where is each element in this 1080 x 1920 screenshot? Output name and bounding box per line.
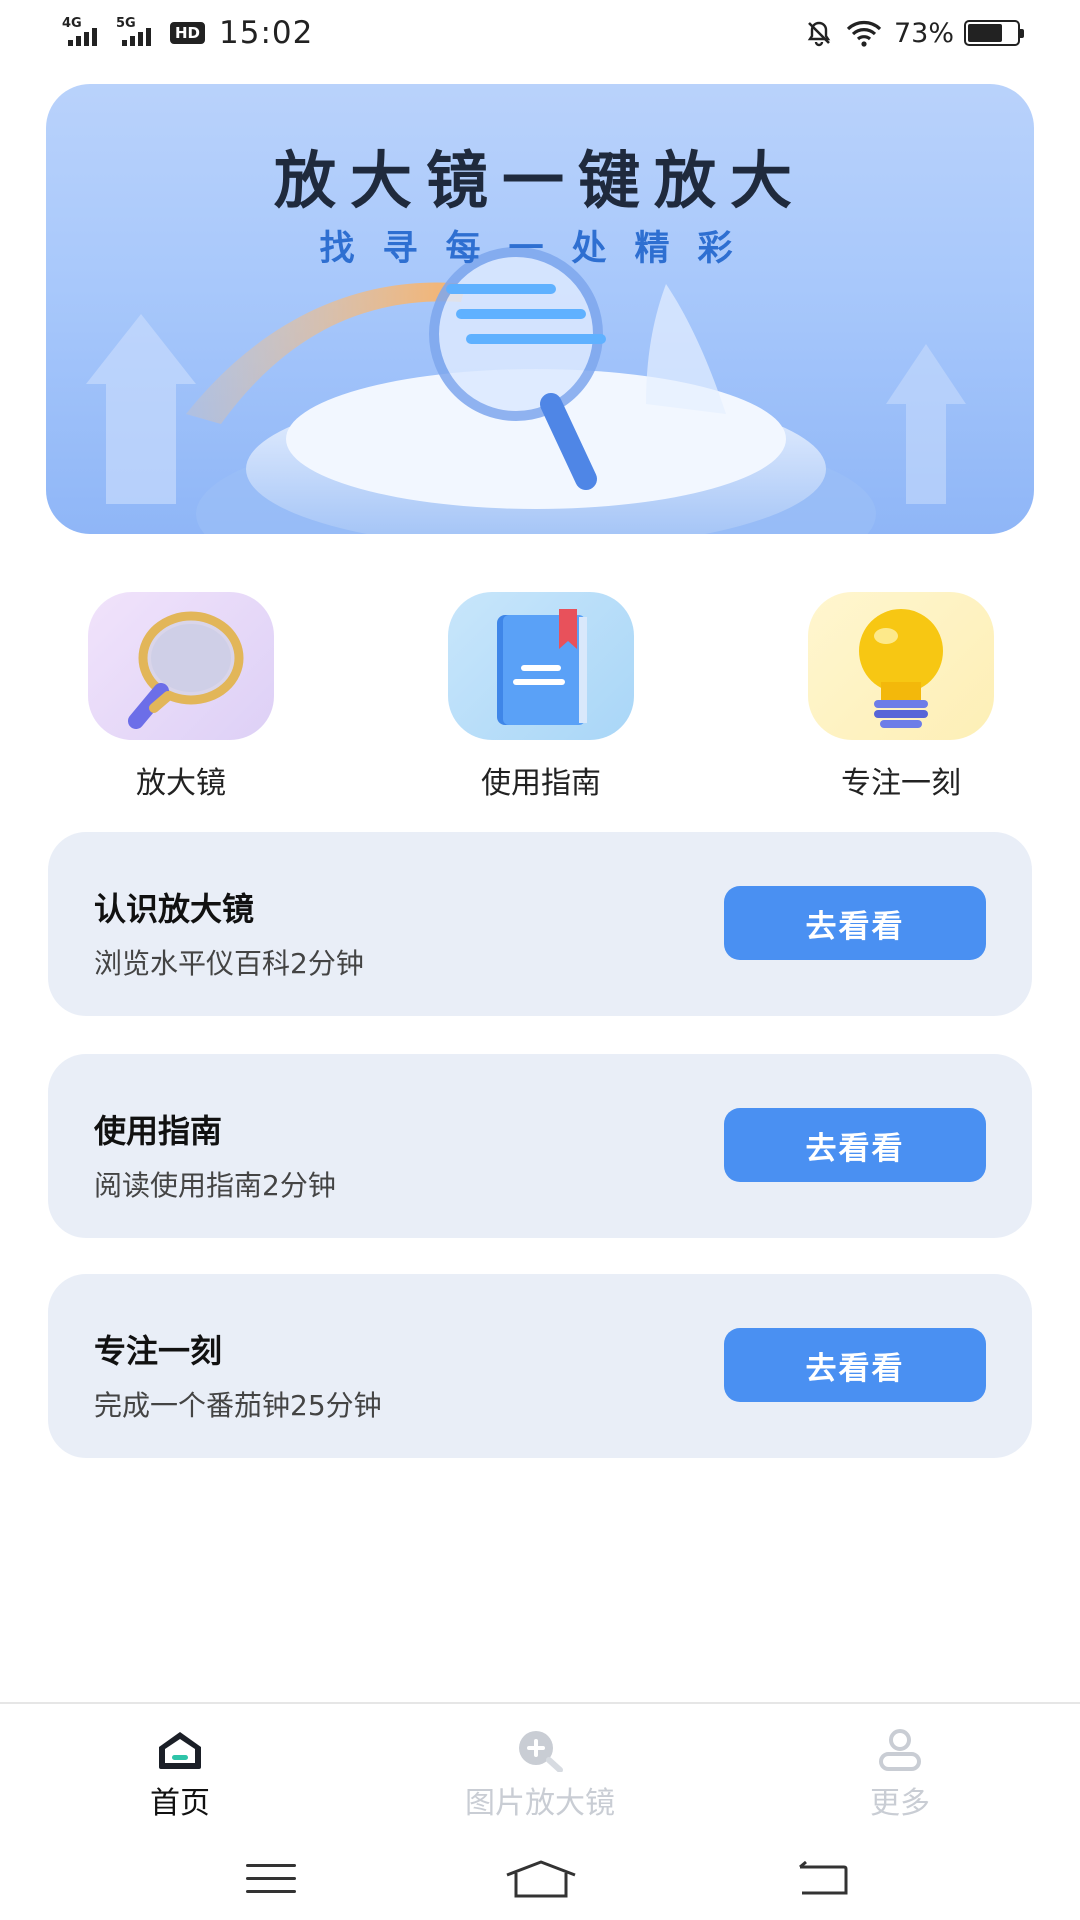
system-nav-bar <box>0 1840 1080 1920</box>
shortcut-guide[interactable]: 使用指南 <box>448 592 634 802</box>
book-icon <box>497 609 587 725</box>
nav-menu-button[interactable] <box>231 1854 311 1904</box>
magnifier-icon <box>128 611 244 729</box>
card-focus-moment: 专注一刻 完成一个番茄钟25分钟 去看看 <box>48 1274 1032 1458</box>
bell-off-icon <box>807 21 831 47</box>
battery-icon <box>964 20 1024 46</box>
signal-5g-icon: 5G <box>116 16 160 48</box>
tab-label: 首页 <box>150 1786 210 1821</box>
card-learn-magnifier: 认识放大镜 浏览水平仪百科2分钟 去看看 <box>48 832 1032 1016</box>
go-see-button[interactable]: 去看看 <box>724 1328 986 1402</box>
user-icon <box>879 1729 921 1771</box>
wifi-icon <box>846 21 882 47</box>
back-icon <box>799 1861 848 1895</box>
battery-percent: 73% <box>893 17 954 49</box>
card-title: 使用指南 <box>94 1112 223 1150</box>
nav-back-button[interactable] <box>783 1854 863 1904</box>
menu-icon <box>246 1864 296 1893</box>
card-title: 专注一刻 <box>94 1332 223 1370</box>
status-left: 4G 5G HD 15:02 <box>62 15 313 51</box>
shortcut-guide-tile[interactable] <box>448 592 634 740</box>
nav-home-button[interactable] <box>501 1854 581 1904</box>
tab-home[interactable]: 首页 <box>80 1726 280 1822</box>
shortcut-magnifier[interactable]: 放大镜 <box>88 592 274 802</box>
shortcut-magnifier-tile[interactable] <box>88 592 274 740</box>
bottom-tab-bar: 首页 图片放大镜 更多 <box>0 1702 1080 1840</box>
tab-label: 更多 <box>870 1786 930 1821</box>
card-description: 完成一个番茄钟25分钟 <box>94 1389 382 1422</box>
signal-4g-icon: 4G <box>62 16 106 48</box>
clock: 15:02 <box>219 15 314 51</box>
card-title: 认识放大镜 <box>94 890 255 928</box>
card-description: 浏览水平仪百科2分钟 <box>94 947 364 980</box>
shortcut-focus[interactable]: 专注一刻 <box>808 592 994 802</box>
hero-banner[interactable]: 放大镜一键放大 找寻每一处精彩 <box>46 84 1034 534</box>
go-see-button[interactable]: 去看看 <box>724 1108 986 1182</box>
home-icon <box>159 1732 201 1769</box>
status-right: 73% <box>804 17 1024 49</box>
tab-image-magnifier[interactable]: 图片放大镜 <box>440 1726 640 1822</box>
home-outline-icon <box>506 1860 576 1898</box>
card-user-guide: 使用指南 阅读使用指南2分钟 去看看 <box>48 1054 1032 1238</box>
banner-title: 放大镜一键放大 <box>273 144 806 217</box>
tab-more[interactable]: 更多 <box>800 1726 1000 1822</box>
status-bar: 4G 5G HD 15:02 73% <box>0 0 1080 66</box>
shortcut-label: 使用指南 <box>481 766 601 801</box>
card-description: 阅读使用指南2分钟 <box>94 1169 336 1202</box>
shortcut-focus-tile[interactable] <box>808 592 994 740</box>
hd-icon: HD <box>170 22 206 44</box>
tab-label: 图片放大镜 <box>465 1786 615 1821</box>
banner-subtitle: 找寻每一处精彩 <box>319 229 761 269</box>
lightbulb-icon <box>859 609 943 728</box>
shortcut-label: 放大镜 <box>136 766 226 801</box>
zoom-in-icon <box>519 1731 563 1772</box>
shortcut-label: 专注一刻 <box>841 766 961 801</box>
go-see-button[interactable]: 去看看 <box>724 886 986 960</box>
